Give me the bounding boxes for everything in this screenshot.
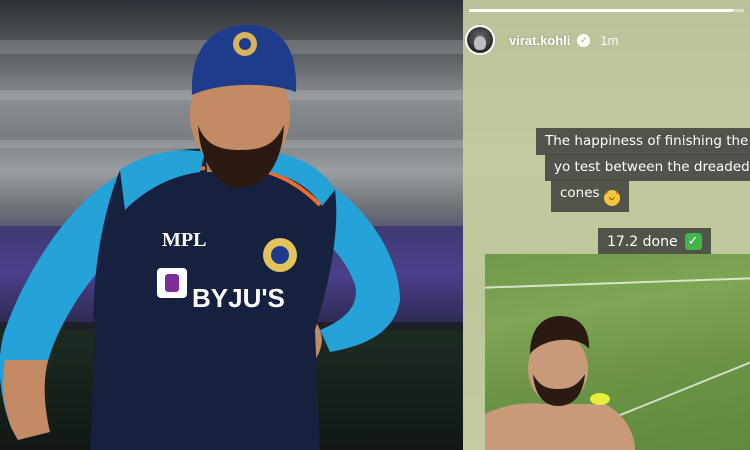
jersey-sponsor-text: BYJU'S	[192, 283, 285, 313]
story-timestamp: 1m	[600, 32, 619, 48]
selfie-figure	[485, 316, 635, 450]
instagram-story: virat.kohli ✓ 1m The happiness of finish…	[463, 0, 750, 450]
story-score-label: 17.2 done ✓	[598, 228, 711, 256]
player-figure: BYJU'S MPL	[0, 25, 400, 450]
player-photo: BYJU'S MPL	[0, 0, 463, 450]
verified-badge-icon: ✓	[577, 33, 591, 47]
jersey-brand-text: MPL	[162, 229, 206, 251]
story-progress-fill	[469, 9, 733, 12]
green-check-emoji-icon: ✓	[684, 233, 702, 250]
story-caption-line: cones ˘ᴗ˘	[551, 180, 629, 212]
story-caption-line: The happiness of finishing the yo	[536, 128, 750, 155]
story-progress-bar	[469, 9, 744, 12]
profile-avatar[interactable]	[465, 25, 495, 55]
story-caption-line: yo test between the dreaded	[545, 154, 750, 181]
story-header: virat.kohli ✓ 1m	[465, 22, 618, 58]
story-selfie-photo	[485, 254, 750, 450]
story-username[interactable]: virat.kohli	[509, 33, 570, 48]
grinning-face-emoji-icon: ˘ᴗ˘	[603, 190, 620, 206]
